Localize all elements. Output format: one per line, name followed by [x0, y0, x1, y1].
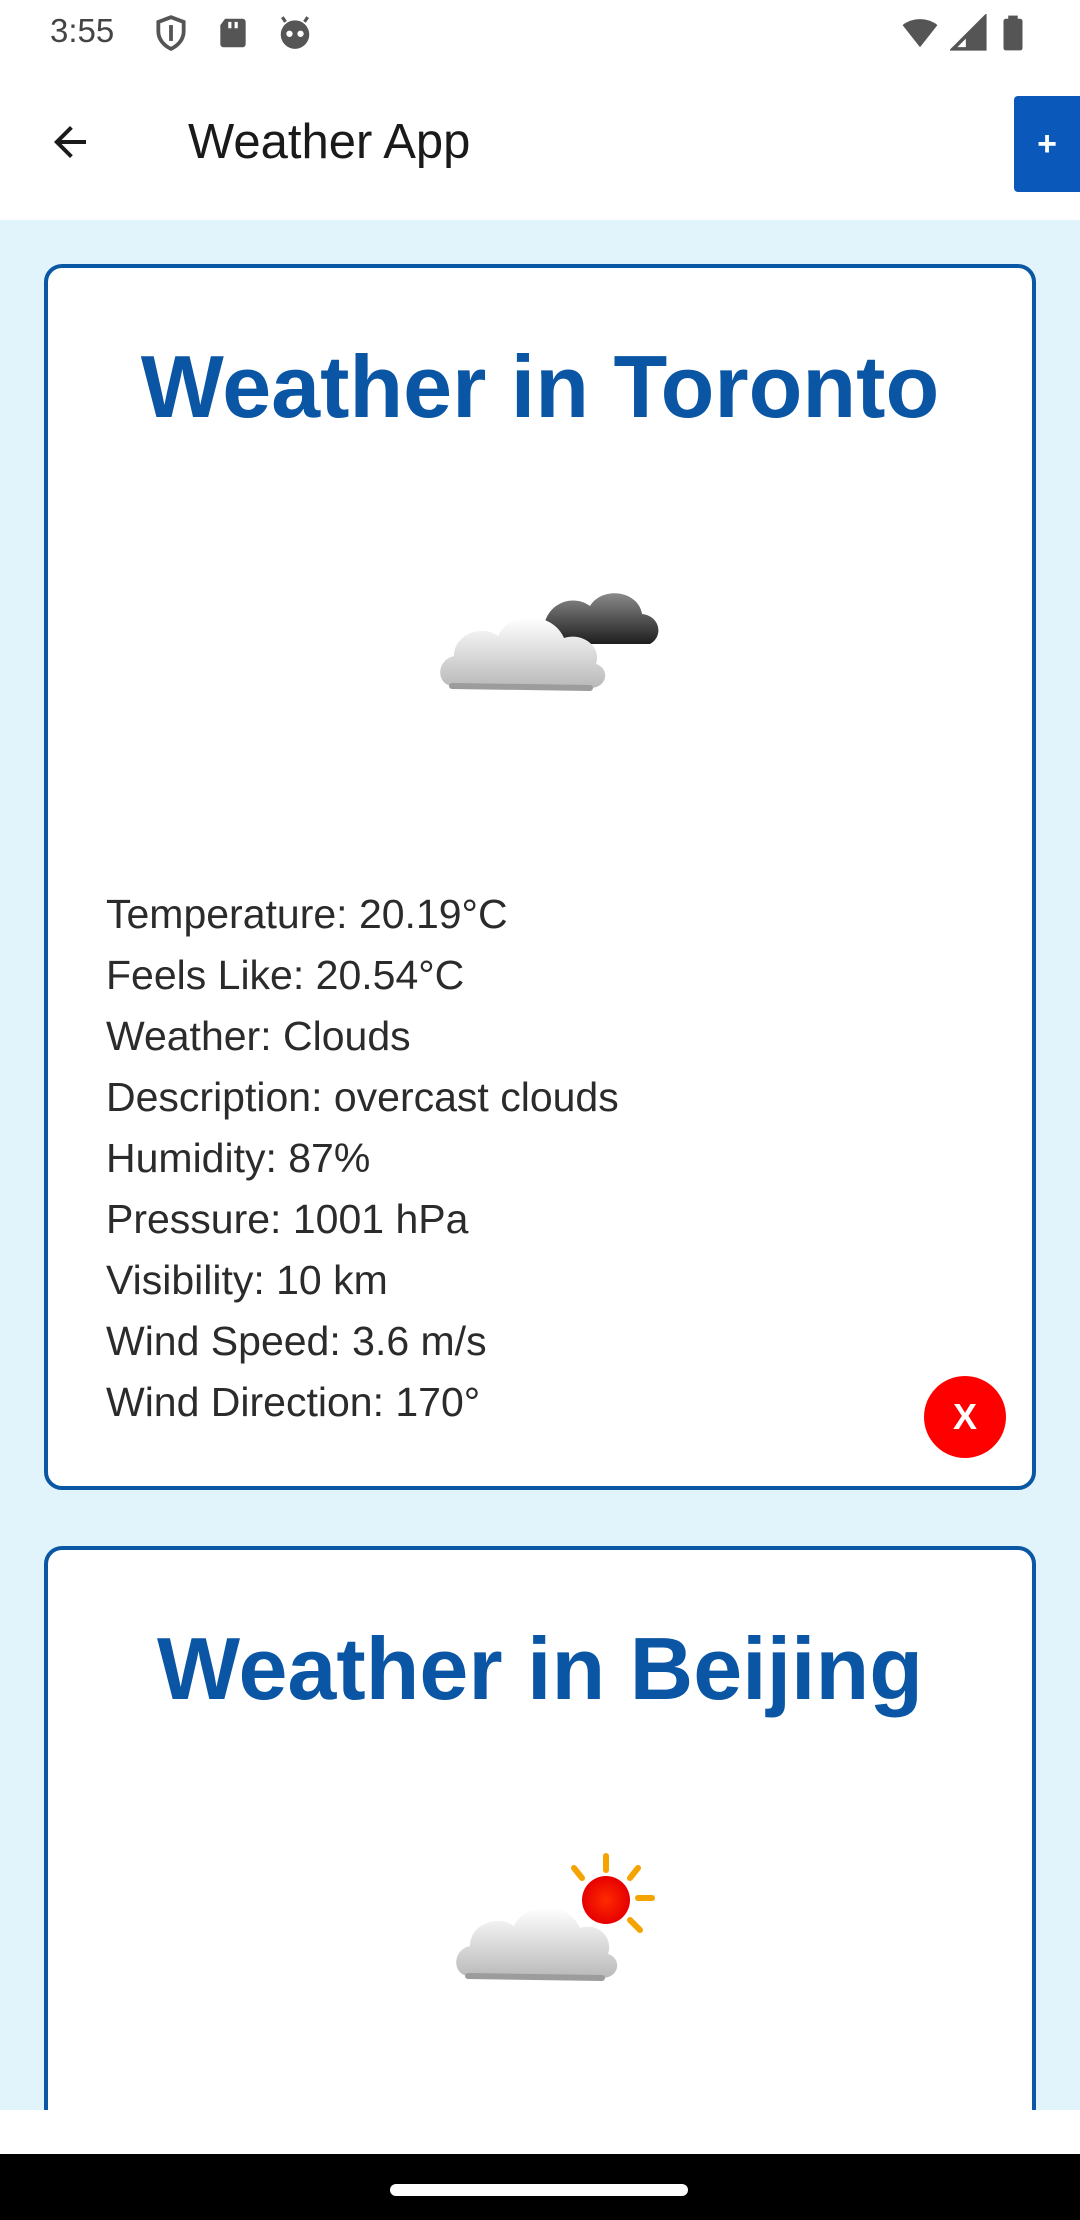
add-city-button[interactable]: +	[1014, 96, 1080, 192]
description-text: Description: overcast clouds	[106, 1074, 619, 1120]
delete-card-button[interactable]: X	[924, 1376, 1006, 1458]
partly-sunny-icon	[446, 1850, 666, 1990]
shield-icon	[152, 14, 190, 52]
wind-direction-text: Wind Direction: 170°	[106, 1379, 481, 1425]
feels-like-text: Feels Like: 20.54°C	[106, 952, 465, 998]
status-icons-right	[900, 12, 1038, 52]
weather-text: Weather: Clouds	[106, 1013, 411, 1059]
card-title: Weather in Toronto	[140, 337, 940, 436]
page-title: Weather App	[188, 115, 471, 169]
sd-card-icon	[214, 14, 252, 52]
pressure-text: Pressure: 1001 hPa	[106, 1196, 469, 1242]
cell-signal-icon	[948, 12, 988, 52]
android-face-icon	[276, 14, 314, 52]
card-title: Weather in Beijing	[156, 1619, 924, 1718]
app-bar: Weather App +	[0, 66, 1080, 220]
overcast-clouds-icon	[432, 560, 672, 700]
arrow-left-icon	[46, 118, 94, 171]
status-bar: 3:55	[0, 0, 1080, 66]
weather-list[interactable]: Weather in Toronto Temperature: 20.19°C …	[0, 220, 1080, 2110]
weather-card: Weather in Toronto Temperature: 20.19°C …	[44, 264, 1036, 1490]
navigation-bar	[0, 2154, 1080, 2220]
temperature-text: Temperature: 20.19°C	[106, 891, 508, 937]
status-icons-left	[152, 14, 314, 52]
wind-speed-text: Wind Speed: 3.6 m/s	[106, 1318, 487, 1364]
status-time: 3:55	[50, 12, 115, 49]
visibility-text: Visibility: 10 km	[106, 1257, 388, 1303]
humidity-text: Humidity: 87%	[106, 1135, 371, 1181]
weather-card: Weather in Beijing	[44, 1546, 1036, 2110]
battery-icon	[1000, 14, 1038, 52]
back-button[interactable]	[34, 108, 106, 180]
wifi-icon	[900, 14, 938, 52]
weather-details: Temperature: 20.19°C Feels Like: 20.54°C…	[106, 884, 926, 1433]
home-handle[interactable]	[390, 2184, 688, 2196]
